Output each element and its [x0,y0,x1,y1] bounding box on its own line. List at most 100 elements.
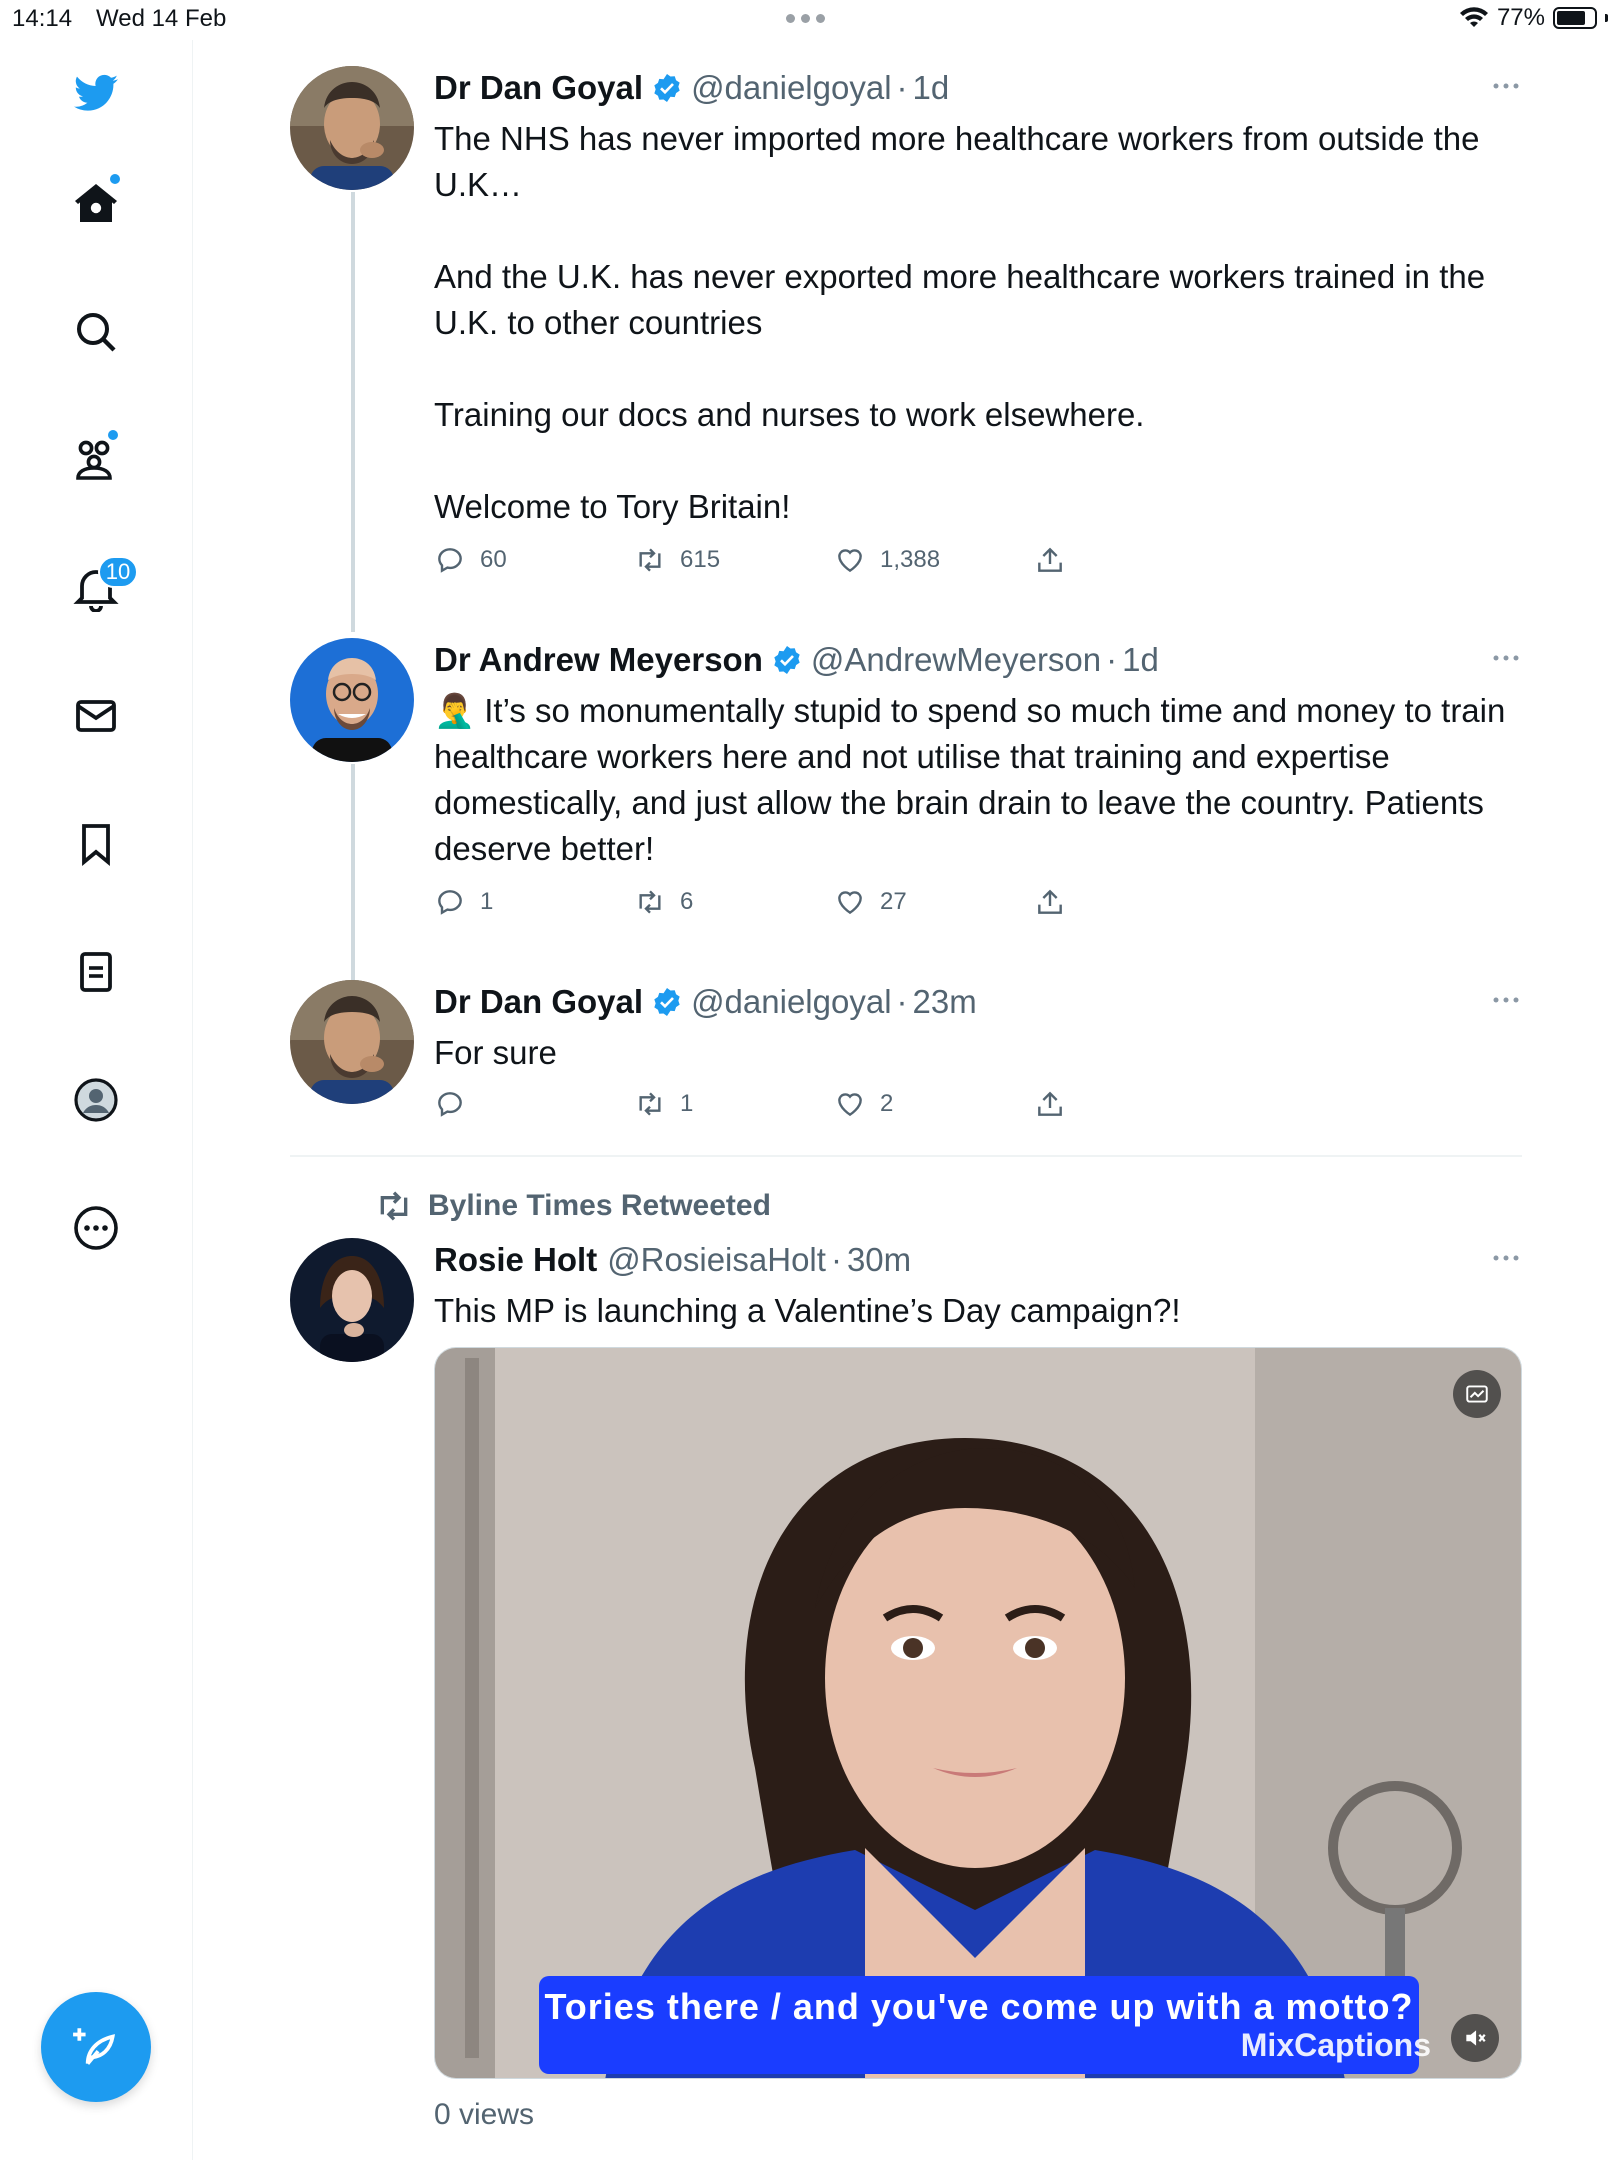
retweet-icon [380,1191,408,1221]
display-name[interactable]: Rosie Holt [434,1241,597,1279]
tweet-actions: 1 2 [434,1084,1094,1124]
lists-icon[interactable] [62,938,130,1006]
avatar[interactable] [290,638,414,762]
multitasking-dots-icon[interactable] [786,14,825,23]
video-frame [435,1348,1521,2078]
share-icon [1038,547,1062,572]
facepalm-emoji: 🤦‍♂️ [434,692,476,729]
reply-button[interactable] [434,1084,480,1124]
reply-count: 1 [480,888,494,915]
more-options-icon[interactable] [1490,1248,1522,1268]
tweet[interactable]: Dr Andrew Meyerson @AndrewMeyerson · 1d … [290,638,1522,938]
tweet-text: For sure [434,1034,557,1071]
notifications-icon[interactable]: 10 [62,554,138,622]
home-icon[interactable] [62,170,130,238]
avatar[interactable] [290,980,414,1104]
compose-tweet-button[interactable] [41,1992,151,2102]
reply-button[interactable]: 60 [434,540,507,580]
timestamp[interactable]: 1d [913,69,950,107]
handle[interactable]: @AndrewMeyerson [811,641,1101,679]
notifications-badge: 10 [98,556,138,588]
verified-badge-icon [654,74,680,102]
retweet-button[interactable]: 1 [634,1084,693,1124]
profile-icon[interactable] [62,1066,130,1134]
retweet-button[interactable]: 6 [634,882,693,922]
like-count: 27 [880,888,907,915]
reply-icon [438,1092,462,1117]
battery-percent: 77% [1496,4,1545,31]
video-views: 0 views [434,2098,535,2131]
video-watermark: MixCaptions [1240,2027,1431,2063]
like-button[interactable]: 2 [834,1084,893,1124]
video-player[interactable]: Tories there / and you've come up with a… [434,1347,1522,2079]
battery-icon [1553,7,1597,29]
handle[interactable]: @danielgoyal [691,69,891,107]
retweet-button[interactable]: 615 [634,540,720,580]
display-name[interactable]: Dr Andrew Meyerson [434,641,763,679]
sensitive-media-icon[interactable] [1453,1370,1501,1418]
retweet-count: 6 [680,888,694,915]
verified-badge-icon [774,646,800,674]
more-options-icon[interactable] [1490,76,1522,96]
share-button[interactable] [1034,540,1066,580]
heart-icon [838,1093,862,1117]
timestamp[interactable]: 30m [847,1241,911,1279]
separator: · [830,1241,842,1278]
tweet-text: This MP is launching a Valentine’s Day c… [434,1292,1181,1329]
sidebar-nav: 10 [0,40,193,2160]
more-icon[interactable] [62,1194,130,1262]
more-options-icon[interactable] [1490,648,1522,668]
retweeted-by-label[interactable]: Byline Times Retweeted [374,1186,771,1226]
status-date: Wed 14 Feb [96,5,227,32]
separator: · [896,69,908,106]
display-name[interactable]: Dr Dan Goyal [434,69,643,107]
communities-unread-dot [108,430,118,440]
heart-icon [838,549,862,573]
reply-icon [438,548,462,573]
share-icon [1038,1091,1062,1116]
communities-icon[interactable] [62,426,130,494]
video-caption: Tories there / and you've come up with a… [544,1986,1414,2027]
tweet[interactable]: Dr Dan Goyal @danielgoyal · 23m For sure… [290,980,1522,1130]
like-button[interactable]: 1,388 [834,540,940,580]
timestamp[interactable]: 1d [1122,641,1159,679]
avatar[interactable] [290,1238,414,1362]
separator: · [896,983,908,1020]
search-icon[interactable] [62,298,130,366]
share-button[interactable] [1034,882,1066,922]
compose-tweet-icon [73,2028,115,2065]
retweet-count: 1 [680,1090,694,1117]
reply-count: 60 [480,546,507,573]
like-count: 1,388 [880,546,941,573]
share-button[interactable] [1034,1084,1066,1124]
handle[interactable]: @RosieisaHolt [607,1241,826,1279]
timestamp[interactable]: 23m [913,983,977,1021]
tweet-text: The NHS has never imported more healthca… [434,120,1486,525]
tweet-actions: 60 615 1,388 [434,540,1094,580]
tweet-divider [290,1155,1522,1157]
tweet[interactable]: Dr Dan Goyal @danielgoyal · 1d The NHS h… [290,66,1522,586]
status-time: 14:14 [12,5,73,32]
twitter-logo[interactable] [62,60,130,128]
muted-speaker-icon [1466,2030,1486,2046]
tweet-actions: 1 6 27 [434,882,1094,922]
wifi-icon [1459,7,1488,27]
display-name[interactable]: Dr Dan Goyal [434,983,643,1021]
bookmarks-icon[interactable] [62,810,130,878]
mute-button[interactable] [1451,2014,1499,2062]
separator: · [1106,641,1118,678]
status-bar: 14:14 Wed 14 Feb 77% [0,0,1620,40]
like-count: 2 [880,1090,894,1117]
tweet[interactable]: Rosie Holt @RosieisaHolt · 30m This MP i… [290,1238,1522,1362]
retweet-icon [639,890,661,914]
reply-button[interactable]: 1 [434,882,493,922]
like-button[interactable]: 27 [834,882,907,922]
home-unread-dot [110,174,120,184]
messages-icon[interactable] [62,682,130,750]
retweet-icon [639,548,661,572]
avatar[interactable] [290,66,414,190]
tweet-text: 🤦‍♂️ It’s so monumentally stupid to spen… [434,692,1515,867]
handle[interactable]: @danielgoyal [691,983,891,1021]
heart-icon [838,891,862,915]
more-options-icon[interactable] [1490,990,1522,1010]
